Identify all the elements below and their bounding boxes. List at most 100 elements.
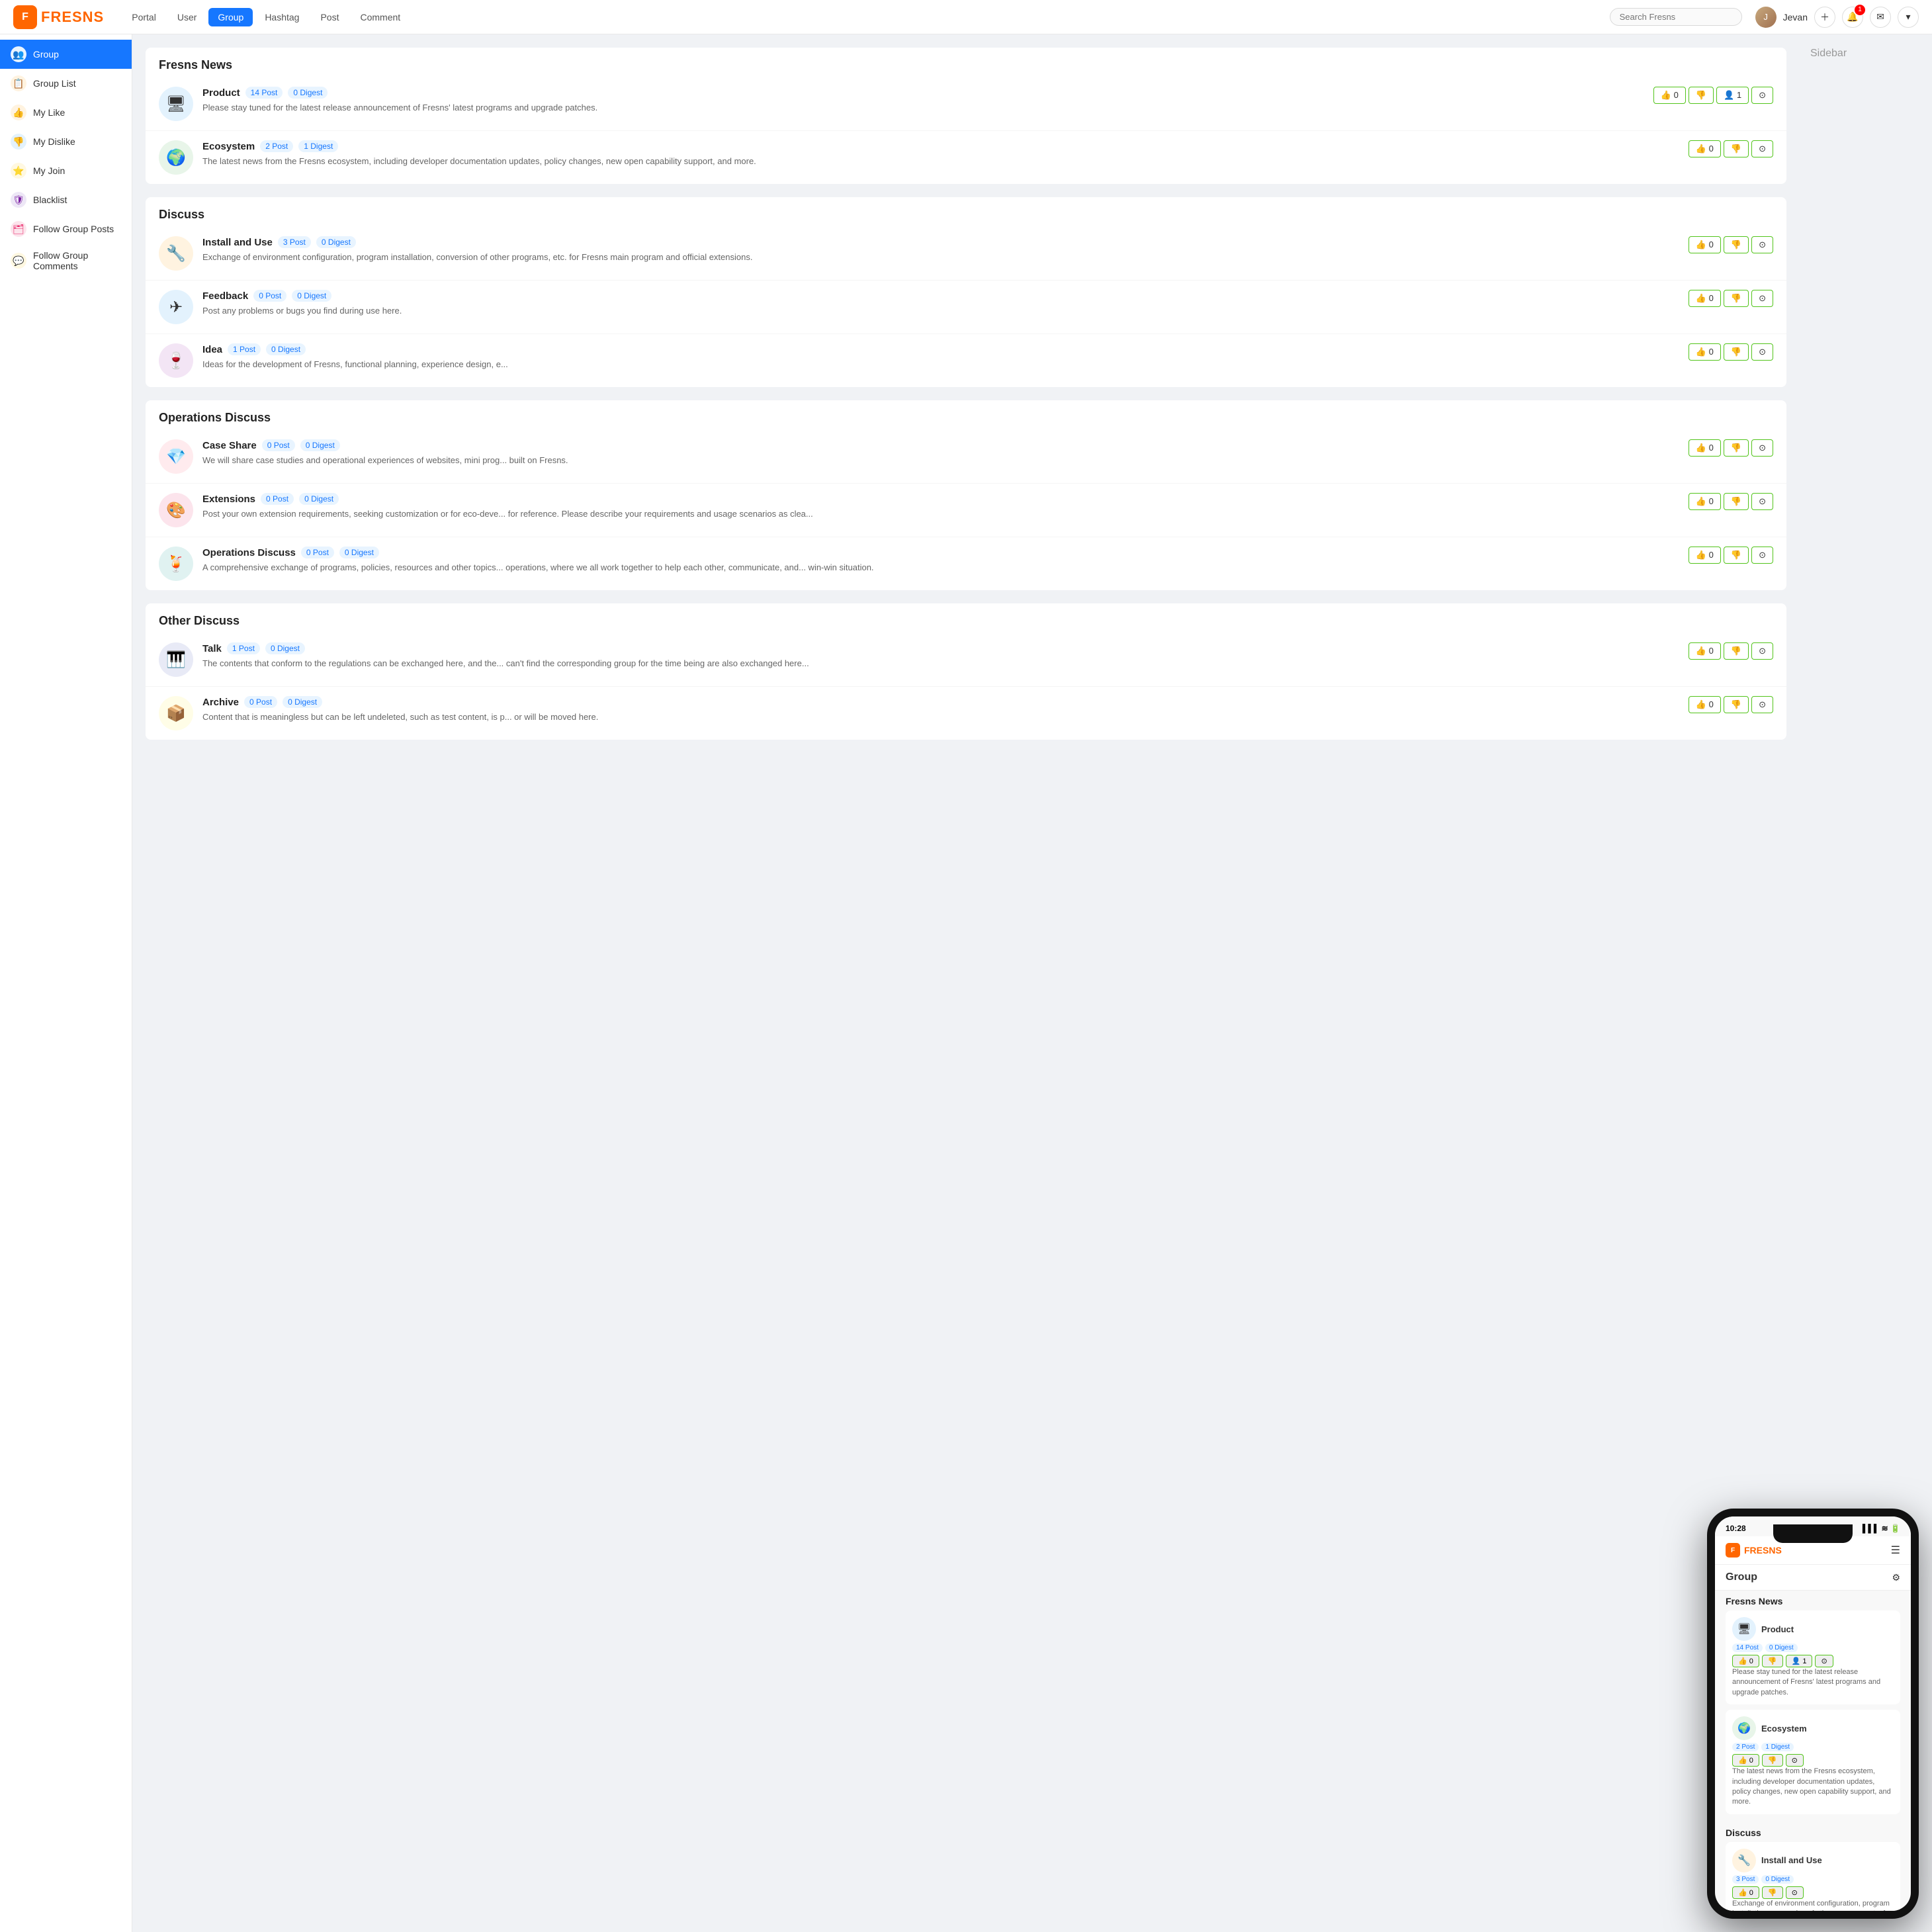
mobile-follow-button[interactable]: 👤 1 xyxy=(1786,1655,1813,1667)
group-name: Product xyxy=(202,87,240,99)
mobile-section: Discuss 🔧 Install and Use 3 Post 0 Diges… xyxy=(1715,1822,1911,1911)
digest-count-tag: 0 Digest xyxy=(292,290,331,302)
group-actions: 👍 0 👎 ⊙ xyxy=(1689,547,1773,564)
group-description: Content that is meaningless but can be l… xyxy=(202,711,1679,724)
sidebar-item-group-list[interactable]: 📋 Group List xyxy=(0,69,132,98)
nav-link-hashtag[interactable]: Hashtag xyxy=(255,8,308,26)
dislike-button[interactable]: 👎 xyxy=(1724,439,1749,457)
like-button[interactable]: 👍 0 xyxy=(1689,547,1721,564)
logo[interactable]: F FRESNS xyxy=(13,5,104,29)
notification-button[interactable]: 🔔 1 xyxy=(1842,7,1863,28)
group-avatar: 📦 xyxy=(159,696,193,730)
like-button[interactable]: 👍 0 xyxy=(1689,343,1721,361)
post-count-tag: 2 Post xyxy=(260,140,293,152)
mobile-group-name: Product xyxy=(1761,1624,1794,1634)
like-button[interactable]: 👍 0 xyxy=(1689,439,1721,457)
like-button[interactable]: 👍 0 xyxy=(1653,87,1686,104)
search-input[interactable] xyxy=(1610,8,1742,26)
mobile-like-button[interactable]: 👍 0 xyxy=(1732,1655,1759,1667)
group-description: We will share case studies and operation… xyxy=(202,454,1679,467)
sidebar-item-my-like[interactable]: 👍 My Like xyxy=(0,98,132,127)
like-button[interactable]: 👍 0 xyxy=(1689,493,1721,510)
mobile-like-button[interactable]: 👍 0 xyxy=(1732,1886,1759,1899)
more-button[interactable]: ⊙ xyxy=(1751,290,1773,307)
group-name-row: Talk 1 Post 0 Digest xyxy=(202,642,1679,654)
dislike-button[interactable]: 👎 xyxy=(1724,642,1749,660)
mobile-filter-icon[interactable]: ⚙ xyxy=(1892,1572,1900,1583)
nav-link-post[interactable]: Post xyxy=(311,8,348,26)
group-item: 📦 Archive 0 Post 0 Digest Content that i… xyxy=(146,687,1786,740)
dislike-button[interactable]: 👎 xyxy=(1724,696,1749,713)
more-button[interactable]: ⊙ xyxy=(1751,493,1773,510)
sidebar-item-group[interactable]: 👥 Group xyxy=(0,40,132,69)
digest-count-tag: 0 Digest xyxy=(339,547,379,558)
like-button[interactable]: 👍 0 xyxy=(1689,140,1721,157)
mobile-like-button[interactable]: 👍 0 xyxy=(1732,1754,1759,1767)
group-actions: 👍 0 👎 👤 1 ⊙ xyxy=(1653,87,1773,104)
mobile-digest-tag: 1 Digest xyxy=(1761,1743,1794,1751)
more-button[interactable]: ⊙ xyxy=(1751,343,1773,361)
follow-button[interactable]: 👤 1 xyxy=(1716,87,1749,104)
mobile-dislike-button[interactable]: 👎 xyxy=(1762,1754,1783,1767)
dislike-button[interactable]: 👎 xyxy=(1724,547,1749,564)
mobile-page-title: Group xyxy=(1726,1571,1757,1583)
group-name-row: Feedback 0 Post 0 Digest xyxy=(202,290,1679,302)
group-name: Case Share xyxy=(202,440,257,451)
sidebar-item-blacklist[interactable]: 🛡 Blacklist xyxy=(0,185,132,214)
more-button[interactable]: ⊙ xyxy=(1751,439,1773,457)
more-button[interactable]: ⊙ xyxy=(1751,642,1773,660)
group-name: Ecosystem xyxy=(202,141,255,152)
dislike-button[interactable]: 👎 xyxy=(1689,87,1714,104)
group-avatar: 🍷 xyxy=(159,343,193,378)
more-button[interactable]: ▾ xyxy=(1898,7,1919,28)
sidebar-item-my-dislike[interactable]: 👎 My Dislike xyxy=(0,127,132,156)
page-body: 👥 Group 📋 Group List 👍 My Like 👎 My Disl… xyxy=(0,34,1932,1932)
dislike-button[interactable]: 👎 xyxy=(1724,343,1749,361)
like-button[interactable]: 👍 0 xyxy=(1689,642,1721,660)
dislike-button[interactable]: 👎 xyxy=(1724,290,1749,307)
mobile-more-button[interactable]: ⊙ xyxy=(1786,1754,1804,1767)
post-count-tag: 1 Post xyxy=(228,343,261,355)
sidebar-item-label: Follow Group Posts xyxy=(33,224,114,234)
sidebar-item-follow-group-posts[interactable]: 🗂 Follow Group Posts xyxy=(0,214,132,243)
more-button[interactable]: ⊙ xyxy=(1751,236,1773,253)
mobile-time: 10:28 xyxy=(1726,1524,1746,1533)
sidebar-item-my-join[interactable]: ⭐ My Join xyxy=(0,156,132,185)
mobile-notch xyxy=(1773,1524,1853,1543)
dislike-button[interactable]: 👎 xyxy=(1724,236,1749,253)
like-button[interactable]: 👍 0 xyxy=(1689,236,1721,253)
group-info: Install and Use 3 Post 0 Digest Exchange… xyxy=(202,236,1679,264)
section-title: Other Discuss xyxy=(146,603,1786,633)
mobile-dislike-button[interactable]: 👎 xyxy=(1762,1655,1783,1667)
mobile-more-button[interactable]: ⊙ xyxy=(1786,1886,1804,1899)
more-button[interactable]: ⊙ xyxy=(1751,696,1773,713)
digest-count-tag: 0 Digest xyxy=(265,642,305,654)
post-count-tag: 0 Post xyxy=(261,493,294,505)
message-button[interactable]: ✉ xyxy=(1870,7,1891,28)
more-button[interactable]: ⊙ xyxy=(1751,547,1773,564)
nav-link-group[interactable]: Group xyxy=(208,8,253,26)
group-avatar: 🔧 xyxy=(159,236,193,271)
mobile-group-header: 🌍 Ecosystem xyxy=(1732,1716,1894,1740)
mobile-menu-icon[interactable]: ☰ xyxy=(1891,1544,1900,1557)
sidebar-right-label: Sidebar xyxy=(1810,48,1847,59)
sidebar-item-label: Group xyxy=(33,49,59,60)
nav-link-portal[interactable]: Portal xyxy=(122,8,165,26)
post-count-tag: 0 Post xyxy=(262,439,295,451)
nav-link-user[interactable]: User xyxy=(168,8,206,26)
mobile-dislike-button[interactable]: 👎 xyxy=(1762,1886,1783,1899)
more-button[interactable]: ⊙ xyxy=(1751,140,1773,157)
mobile-more-button[interactable]: ⊙ xyxy=(1815,1655,1833,1667)
more-button[interactable]: ⊙ xyxy=(1751,87,1773,104)
nav-link-comment[interactable]: Comment xyxy=(351,8,410,26)
group-actions: 👍 0 👎 ⊙ xyxy=(1689,696,1773,713)
sidebar-item-follow-group-comments[interactable]: 💬 Follow Group Comments xyxy=(0,243,132,278)
dislike-button[interactable]: 👎 xyxy=(1724,140,1749,157)
mobile-logo-text: FRESNS xyxy=(1744,1545,1782,1556)
group-name-row: Archive 0 Post 0 Digest xyxy=(202,696,1679,708)
add-button[interactable]: ＋ xyxy=(1814,7,1835,28)
like-button[interactable]: 👍 0 xyxy=(1689,290,1721,307)
like-button[interactable]: 👍 0 xyxy=(1689,696,1721,713)
nav-links: PortalUserGroupHashtagPostComment xyxy=(122,8,410,26)
dislike-button[interactable]: 👎 xyxy=(1724,493,1749,510)
